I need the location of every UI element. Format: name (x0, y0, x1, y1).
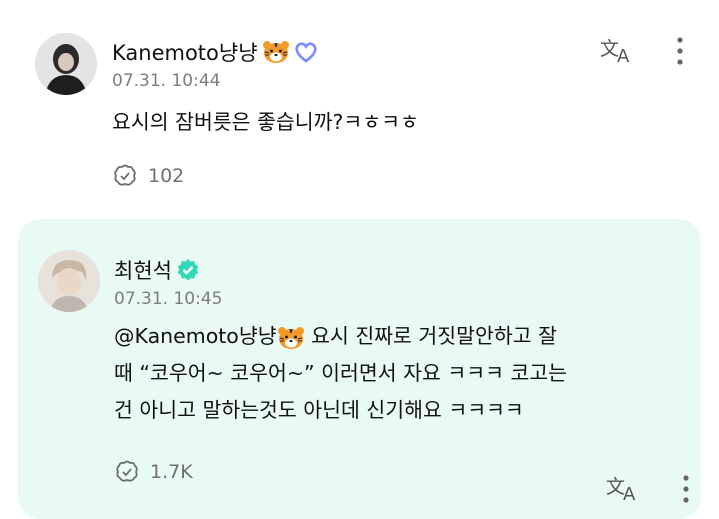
reaction-icon (112, 164, 138, 188)
mention-link[interactable]: @Kanemoto냥냥 (114, 324, 277, 348)
translate-button[interactable]: 文 A (604, 474, 644, 506)
svg-text:A: A (623, 484, 636, 503)
author-name-row[interactable]: Kanemoto냥냥 (112, 37, 318, 67)
reaction-icon (114, 460, 140, 484)
author-name[interactable]: Kanemoto냥냥 (112, 37, 258, 67)
reaction-button[interactable]: 102 (112, 164, 184, 188)
translate-icon: 文 A (605, 473, 643, 507)
tiger-emoji (262, 40, 290, 64)
post-time: 07.31. 10:44 (112, 71, 221, 91)
avatar[interactable] (38, 250, 100, 312)
verified-badge-icon (176, 258, 200, 282)
more-vertical-icon (676, 36, 684, 70)
comment-post: Kanemoto냥냥 07.31. 10:44 요시의 잠버릇은 좋습니까?ㅋㅎ… (0, 0, 719, 215)
reaction-count: 1.7K (150, 461, 193, 483)
more-options-button[interactable] (674, 474, 698, 508)
more-vertical-icon (682, 474, 690, 508)
author-name-row[interactable]: 최현석 (114, 255, 200, 285)
translate-button[interactable]: 文 A (598, 36, 638, 68)
post-text-line: 요시의 잠버릇은 좋습니까?ㅋㅎㅋㅎ (112, 110, 419, 134)
author-name[interactable]: 최현석 (114, 255, 172, 285)
avatar[interactable] (35, 33, 97, 95)
more-options-button[interactable] (668, 36, 692, 70)
post-body: 요시의 잠버릇은 좋습니까?ㅋㅎㅋㅎ (112, 104, 419, 141)
reaction-count: 102 (148, 165, 185, 187)
svg-text:A: A (617, 46, 630, 65)
translate-icon: 文 A (599, 35, 637, 69)
reaction-button[interactable]: 1.7K (114, 460, 193, 484)
heart-badge-icon (294, 41, 318, 63)
